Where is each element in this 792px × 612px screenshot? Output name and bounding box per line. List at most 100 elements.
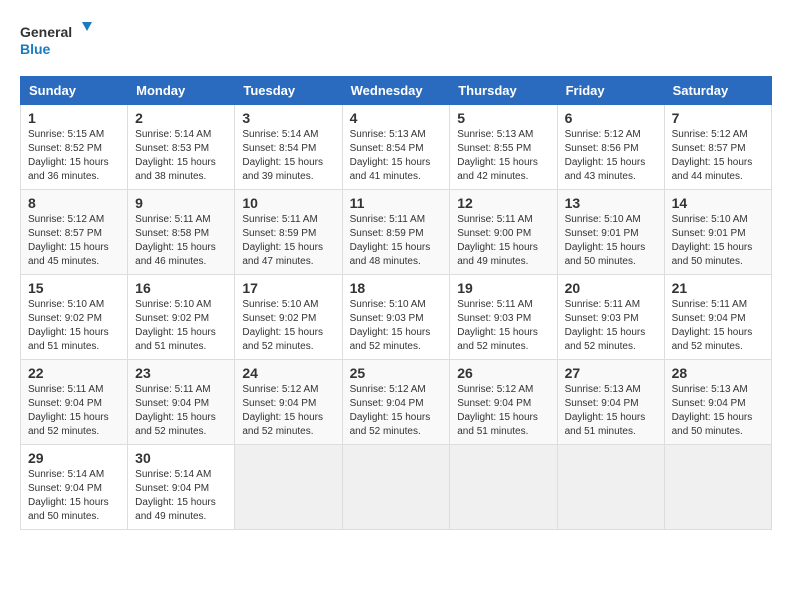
day-number: 6: [565, 110, 657, 126]
calendar-cell: 11 Sunrise: 5:11 AMSunset: 8:59 PMDayligh…: [342, 190, 450, 275]
day-info: Sunrise: 5:12 AMSunset: 9:04 PMDaylight:…: [242, 383, 334, 439]
calendar-cell: 14 Sunrise: 5:10 AMSunset: 9:01 PMDayligh…: [664, 190, 771, 275]
day-info: Sunrise: 5:12 AMSunset: 8:56 PMDaylight:…: [565, 128, 657, 184]
day-number: 26: [457, 365, 549, 381]
day-info: Sunrise: 5:13 AMSunset: 8:54 PMDaylight:…: [350, 128, 443, 184]
calendar-cell: 3Sunrise: 5:14 AMSunset: 8:54 PMDaylight…: [235, 105, 342, 190]
day-info: Sunrise: 5:10 AMSunset: 9:01 PMDaylight:…: [672, 213, 764, 269]
calendar-cell: 24Sunrise: 5:12 AMSunset: 9:04 PMDayligh…: [235, 360, 342, 445]
calendar-cell: 21 Sunrise: 5:11 AMSunset: 9:04 PMDayligh…: [664, 275, 771, 360]
calendar-week-row: 15 Sunrise: 5:10 AMSunset: 9:02 PMDayligh…: [21, 275, 772, 360]
calendar-cell: 29 Sunrise: 5:14 AMSunset: 9:04 PMDayligh…: [21, 445, 128, 530]
day-number: 23: [135, 365, 227, 381]
calendar-cell: 5 Sunrise: 5:13 AMSunset: 8:55 PMDaylight…: [450, 105, 557, 190]
day-info: Sunrise: 5:10 AMSunset: 9:01 PMDaylight:…: [565, 213, 657, 269]
day-number: 14: [672, 195, 764, 211]
calendar-table: SundayMondayTuesdayWednesdayThursdayFrid…: [20, 76, 772, 530]
day-number: 19: [457, 280, 549, 296]
calendar-cell: [235, 445, 342, 530]
svg-text:General: General: [20, 24, 72, 40]
day-number: 28: [672, 365, 764, 381]
day-info: Sunrise: 5:12 AMSunset: 8:57 PMDaylight:…: [672, 128, 764, 184]
day-info: Sunrise: 5:13 AMSunset: 8:55 PMDaylight:…: [457, 128, 549, 184]
weekday-header-tuesday: Tuesday: [235, 77, 342, 105]
day-info: Sunrise: 5:11 AMSunset: 8:58 PMDaylight:…: [135, 213, 227, 269]
calendar-cell: 1Sunrise: 5:15 AMSunset: 8:52 PMDaylight…: [21, 105, 128, 190]
day-number: 30: [135, 450, 227, 466]
day-number: 12: [457, 195, 549, 211]
day-info: Sunrise: 5:14 AMSunset: 9:04 PMDaylight:…: [135, 468, 227, 524]
calendar-cell: 12 Sunrise: 5:11 AMSunset: 9:00 PMDayligh…: [450, 190, 557, 275]
calendar-header-row: SundayMondayTuesdayWednesdayThursdayFrid…: [21, 77, 772, 105]
day-info: Sunrise: 5:11 AMSunset: 9:04 PMDaylight:…: [672, 298, 764, 354]
calendar-cell: 25Sunrise: 5:12 AMSunset: 9:04 PMDayligh…: [342, 360, 450, 445]
weekday-header-monday: Monday: [128, 77, 235, 105]
day-number: 17: [242, 280, 334, 296]
day-info: Sunrise: 5:13 AMSunset: 9:04 PMDaylight:…: [672, 383, 764, 439]
weekday-header-saturday: Saturday: [664, 77, 771, 105]
page-header: General Blue: [20, 20, 772, 60]
calendar-cell: 28 Sunrise: 5:13 AMSunset: 9:04 PMDayligh…: [664, 360, 771, 445]
calendar-cell: 9 Sunrise: 5:11 AMSunset: 8:58 PMDaylight…: [128, 190, 235, 275]
calendar-week-row: 29 Sunrise: 5:14 AMSunset: 9:04 PMDayligh…: [21, 445, 772, 530]
day-info: Sunrise: 5:11 AMSunset: 9:03 PMDaylight:…: [565, 298, 657, 354]
day-info: Sunrise: 5:10 AMSunset: 9:02 PMDaylight:…: [242, 298, 334, 354]
calendar-cell: [664, 445, 771, 530]
day-number: 2: [135, 110, 227, 126]
day-info: Sunrise: 5:11 AMSunset: 9:03 PMDaylight:…: [457, 298, 549, 354]
day-info: Sunrise: 5:14 AMSunset: 9:04 PMDaylight:…: [28, 468, 120, 524]
calendar-week-row: 8 Sunrise: 5:12 AMSunset: 8:57 PMDaylight…: [21, 190, 772, 275]
day-number: 18: [350, 280, 443, 296]
day-number: 21: [672, 280, 764, 296]
calendar-cell: 15 Sunrise: 5:10 AMSunset: 9:02 PMDayligh…: [21, 275, 128, 360]
day-info: Sunrise: 5:10 AMSunset: 9:02 PMDaylight:…: [28, 298, 120, 354]
day-number: 4: [350, 110, 443, 126]
calendar-cell: 23Sunrise: 5:11 AMSunset: 9:04 PMDayligh…: [128, 360, 235, 445]
calendar-cell: 10Sunrise: 5:11 AMSunset: 8:59 PMDayligh…: [235, 190, 342, 275]
day-info: Sunrise: 5:10 AMSunset: 9:03 PMDaylight:…: [350, 298, 443, 354]
day-info: Sunrise: 5:11 AMSunset: 9:00 PMDaylight:…: [457, 213, 549, 269]
calendar-cell: [342, 445, 450, 530]
day-number: 15: [28, 280, 120, 296]
weekday-header-wednesday: Wednesday: [342, 77, 450, 105]
weekday-header-thursday: Thursday: [450, 77, 557, 105]
calendar-cell: 13 Sunrise: 5:10 AMSunset: 9:01 PMDayligh…: [557, 190, 664, 275]
day-number: 22: [28, 365, 120, 381]
calendar-cell: 7 Sunrise: 5:12 AMSunset: 8:57 PMDaylight…: [664, 105, 771, 190]
day-info: Sunrise: 5:12 AMSunset: 8:57 PMDaylight:…: [28, 213, 120, 269]
day-info: Sunrise: 5:12 AMSunset: 9:04 PMDaylight:…: [457, 383, 549, 439]
weekday-header-sunday: Sunday: [21, 77, 128, 105]
day-info: Sunrise: 5:15 AMSunset: 8:52 PMDaylight:…: [28, 128, 120, 184]
logo: General Blue: [20, 20, 100, 60]
calendar-cell: 17 Sunrise: 5:10 AMSunset: 9:02 PMDayligh…: [235, 275, 342, 360]
logo-svg: General Blue: [20, 20, 100, 60]
day-number: 27: [565, 365, 657, 381]
calendar-cell: 8 Sunrise: 5:12 AMSunset: 8:57 PMDaylight…: [21, 190, 128, 275]
calendar-cell: 16Sunrise: 5:10 AMSunset: 9:02 PMDayligh…: [128, 275, 235, 360]
day-number: 5: [457, 110, 549, 126]
day-number: 7: [672, 110, 764, 126]
day-number: 29: [28, 450, 120, 466]
day-number: 9: [135, 195, 227, 211]
calendar-week-row: 22 Sunrise: 5:11 AMSunset: 9:04 PMDayligh…: [21, 360, 772, 445]
calendar-cell: 6 Sunrise: 5:12 AMSunset: 8:56 PMDaylight…: [557, 105, 664, 190]
day-info: Sunrise: 5:11 AMSunset: 8:59 PMDaylight:…: [350, 213, 443, 269]
day-info: Sunrise: 5:14 AMSunset: 8:54 PMDaylight:…: [242, 128, 334, 184]
calendar-cell: 27 Sunrise: 5:13 AMSunset: 9:04 PMDayligh…: [557, 360, 664, 445]
day-number: 13: [565, 195, 657, 211]
day-number: 11: [350, 195, 443, 211]
calendar-cell: [450, 445, 557, 530]
calendar-cell: 19 Sunrise: 5:11 AMSunset: 9:03 PMDayligh…: [450, 275, 557, 360]
day-info: Sunrise: 5:11 AMSunset: 9:04 PMDaylight:…: [28, 383, 120, 439]
calendar-week-row: 1Sunrise: 5:15 AMSunset: 8:52 PMDaylight…: [21, 105, 772, 190]
day-number: 10: [242, 195, 334, 211]
calendar-cell: 26 Sunrise: 5:12 AMSunset: 9:04 PMDayligh…: [450, 360, 557, 445]
weekday-header-friday: Friday: [557, 77, 664, 105]
day-number: 8: [28, 195, 120, 211]
calendar-cell: 2Sunrise: 5:14 AMSunset: 8:53 PMDaylight…: [128, 105, 235, 190]
day-number: 20: [565, 280, 657, 296]
calendar-cell: [557, 445, 664, 530]
day-info: Sunrise: 5:13 AMSunset: 9:04 PMDaylight:…: [565, 383, 657, 439]
calendar-cell: 20 Sunrise: 5:11 AMSunset: 9:03 PMDayligh…: [557, 275, 664, 360]
day-info: Sunrise: 5:12 AMSunset: 9:04 PMDaylight:…: [350, 383, 443, 439]
